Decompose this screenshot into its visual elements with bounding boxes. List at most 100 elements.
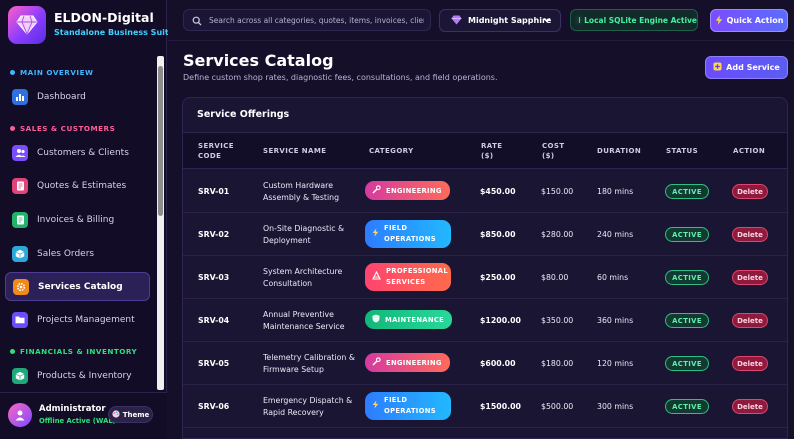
sidebar-item-products-inventory[interactable]: Products & Inventory — [5, 361, 150, 388]
section-sales-customers: SALES & CUSTOMERS — [10, 124, 115, 133]
status-badge: ACTIVE — [665, 184, 709, 199]
category-label: ENGINEERING — [386, 186, 442, 195]
table-row[interactable]: SRV-05 Telemetry Calibration & Firmware S… — [183, 342, 787, 385]
delete-button[interactable]: Delete — [732, 184, 768, 199]
service-code: SRV-04 — [198, 316, 230, 325]
lightning-icon — [715, 14, 723, 27]
brand[interactable]: ELDON-Digital Standalone Business Suite — [8, 6, 174, 44]
column-header[interactable]: SERVICE CODE — [198, 141, 248, 161]
category-badge: ENGINEERING — [365, 353, 450, 372]
section-label: MAIN OVERVIEW — [20, 68, 94, 77]
sidebar-item-label: Quotes & Estimates — [37, 180, 127, 191]
folder-icon — [12, 311, 28, 328]
service-rate: $450.00 — [480, 187, 516, 196]
sidebar-item-projects[interactable]: Projects Management — [5, 305, 150, 334]
delete-button[interactable]: Delete — [732, 356, 768, 371]
gem-icon — [451, 15, 462, 27]
delete-button[interactable]: Delete — [732, 399, 768, 414]
sidebar-item-customers[interactable]: Customers & Clients — [5, 138, 150, 167]
service-rate: $850.00 — [480, 230, 516, 239]
sidebar-scrollbar[interactable] — [157, 56, 164, 390]
drafting-icon — [372, 270, 381, 284]
search-input[interactable] — [209, 15, 424, 25]
table-row[interactable]: SRV-06 Emergency Dispatch & Rapid Recover… — [183, 385, 787, 428]
service-name: System Architecture Consultation — [263, 267, 343, 288]
service-duration: 360 mins — [597, 316, 634, 325]
sidebar-item-sales-orders[interactable]: Sales Orders — [5, 239, 150, 268]
service-name: Telemetry Calibration & Firmware Setup — [263, 353, 355, 374]
table-row[interactable]: SRV-01 Custom Hardware Assembly & Testing… — [183, 170, 787, 213]
chevron-down-icon — [542, 15, 552, 27]
category-label: PROFESSIONAL SERVICES — [386, 267, 448, 286]
brand-subtitle: Standalone Business Suite — [54, 28, 175, 37]
add-service-label: Add Service — [726, 63, 780, 72]
column-header[interactable]: SERVICE NAME — [263, 146, 326, 156]
column-header[interactable]: STATUS — [666, 146, 698, 156]
sidebar-item-quotes[interactable]: Quotes & Estimates — [5, 171, 150, 200]
service-cost: $150.00 — [541, 187, 574, 196]
service-duration: 300 mins — [597, 402, 634, 411]
quick-action-label: Quick Action — [726, 16, 784, 25]
section-dot — [10, 349, 15, 354]
table-row[interactable]: SRV-02 On-Site Diagnostic & Deployment FIE… — [183, 213, 787, 256]
service-duration: 60 mins — [597, 273, 629, 282]
sidebar-item-invoices[interactable]: Invoices & Billing — [5, 205, 150, 234]
theme-select[interactable]: Midnight Sapphire — [439, 9, 561, 32]
service-name: On-Site Diagnostic & Deployment — [263, 224, 345, 245]
sidebar-item-label: Customers & Clients — [37, 147, 129, 158]
wrench-icon — [372, 357, 381, 368]
theme-toggle-button[interactable]: Theme — [108, 406, 153, 423]
quick-action-button[interactable]: Quick Action — [710, 9, 788, 32]
status-badge: ACTIVE — [665, 399, 709, 414]
chart-bar-icon — [12, 88, 28, 105]
scrollbar-thumb[interactable] — [158, 66, 163, 216]
avatar[interactable] — [8, 403, 32, 427]
gear-icon — [13, 278, 29, 295]
lightning-icon — [372, 227, 379, 241]
service-cost: $80.00 — [541, 273, 569, 282]
category-label: ENGINEERING — [386, 358, 442, 367]
service-rate: $600.00 — [480, 359, 516, 368]
page-subtitle: Define custom shop rates, diagnostic fee… — [183, 73, 498, 82]
service-name: Custom Hardware Assembly & Testing — [263, 181, 340, 202]
service-code: SRV-05 — [198, 359, 230, 368]
section-label: FINANCIALS & INVENTORY — [20, 347, 138, 356]
table-row[interactable]: SRV-04 Annual Preventive Maintenance Serv… — [183, 299, 787, 342]
service-duration: 180 mins — [597, 187, 634, 196]
service-cost: $180.00 — [541, 359, 574, 368]
service-duration: 120 mins — [597, 359, 634, 368]
user-name: Administrator — [39, 404, 106, 414]
section-label: SALES & CUSTOMERS — [20, 124, 116, 133]
status-badge: ACTIVE — [665, 270, 709, 285]
delete-button[interactable]: Delete — [732, 270, 768, 285]
invoice-icon — [12, 211, 28, 228]
column-header[interactable]: ACTION — [733, 146, 765, 156]
column-header[interactable]: DURATION — [597, 146, 641, 156]
delete-button[interactable]: Delete — [732, 313, 768, 328]
search-box[interactable] — [183, 9, 431, 31]
service-code: SRV-03 — [198, 273, 230, 282]
section-dot — [10, 70, 15, 75]
column-header[interactable]: RATE ($) — [481, 141, 511, 161]
category-label: FIELD OPERATIONS — [384, 224, 436, 243]
service-code: SRV-02 — [198, 230, 230, 239]
category-badge: FIELD OPERATIONS — [365, 220, 451, 248]
category-badge: FIELD OPERATIONS — [365, 392, 451, 420]
category-badge: ENGINEERING — [365, 181, 450, 200]
section-dot — [10, 126, 15, 131]
table-row[interactable]: SRV-03 System Architecture Consultation PR… — [183, 256, 787, 299]
service-duration: 240 mins — [597, 230, 634, 239]
delete-button[interactable]: Delete — [732, 227, 768, 242]
users-icon — [12, 144, 28, 161]
diamond-logo-icon — [8, 6, 46, 44]
section-main-overview: MAIN OVERVIEW — [10, 68, 93, 77]
category-badge: MAINTENANCE — [365, 310, 453, 329]
engine-status-text: Local SQLite Engine Active — [584, 15, 697, 25]
service-cost: $350.00 — [541, 316, 574, 325]
sidebar-item-services-catalog[interactable]: Services Catalog — [5, 272, 150, 301]
add-service-button[interactable]: Add Service — [705, 56, 788, 79]
column-header[interactable]: COST ($) — [542, 141, 572, 161]
sidebar-item-dashboard[interactable]: Dashboard — [5, 82, 150, 111]
column-header[interactable]: CATEGORY — [369, 146, 414, 156]
user-profile: Administrator Offline Active (WAL) Theme — [0, 392, 167, 439]
